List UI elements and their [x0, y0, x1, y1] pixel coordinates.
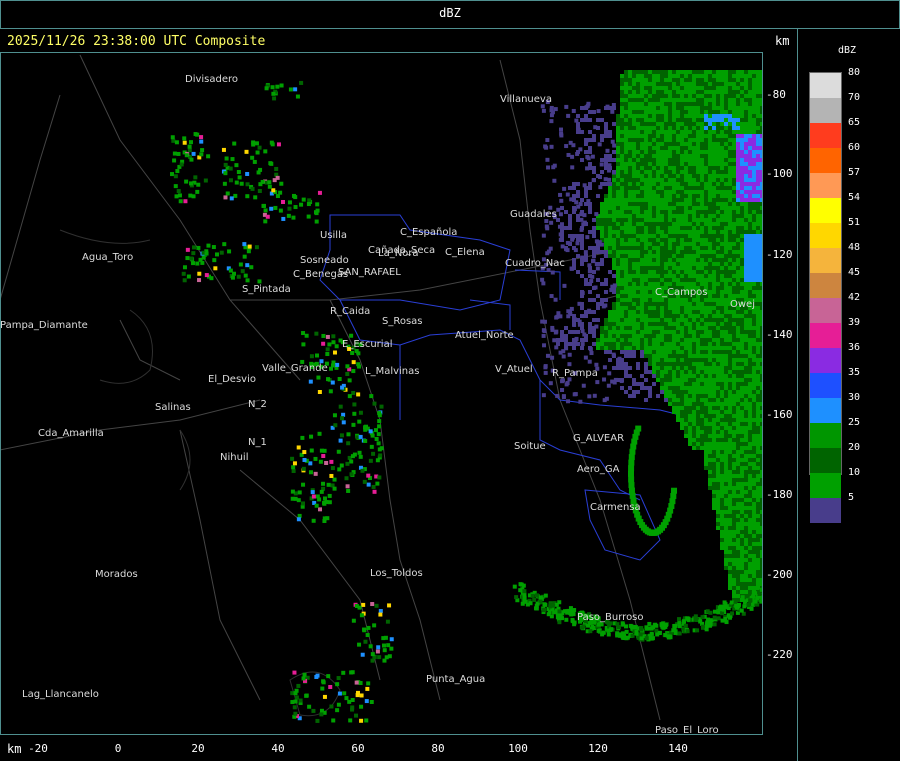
- echo-cell: [766, 597, 770, 601]
- echo-cell: [763, 588, 767, 592]
- echo-cell: [767, 586, 771, 590]
- echo-cell: [767, 595, 771, 599]
- echo-cell: [765, 584, 769, 588]
- echo-cell: [765, 599, 769, 603]
